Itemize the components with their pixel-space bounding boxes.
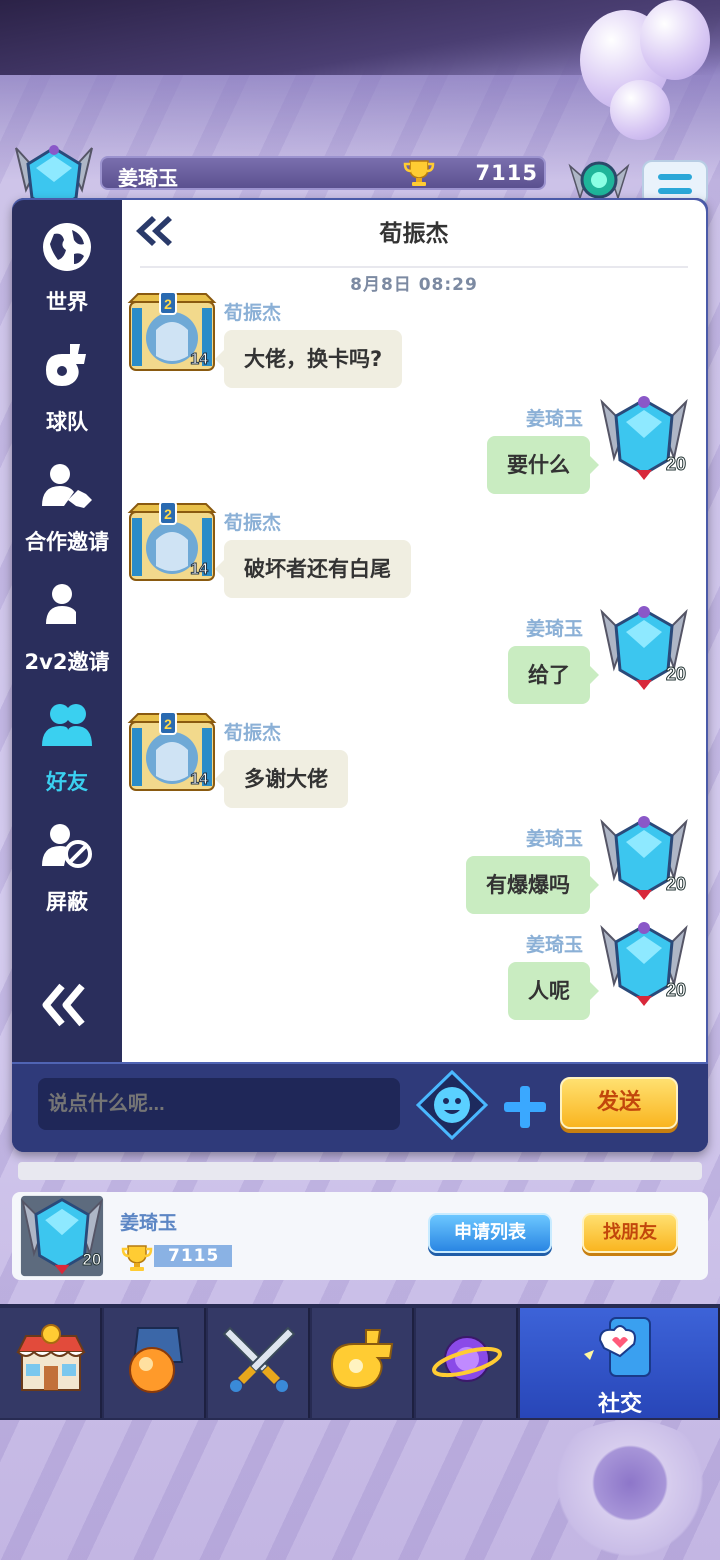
shop-icon [16,1324,86,1391]
rank-number: 2 [164,506,172,522]
message-bubble[interactable]: 多谢大佬 [215,750,348,808]
message-bubble[interactable]: 破坏者还有白尾 [215,540,411,598]
sender-name: 荀振杰 [224,302,282,324]
message-bubble[interactable]: 要什么 [487,436,599,494]
sidebar-label: 2v2邀请 [24,650,110,674]
message-bubble[interactable]: 大佬，换卡吗? [214,330,403,388]
rank-number: 2 [164,296,172,312]
balloon-decor [640,0,710,80]
user-2v2-icon [46,584,76,624]
sidebar-item-world[interactable]: 世界 [12,210,122,320]
sidebar-label: 屏蔽 [46,890,88,914]
nav-team[interactable] [312,1308,414,1418]
trophy-icon [121,1245,153,1271]
blocked-user-icon [42,824,92,868]
plus-icon[interactable] [500,1082,550,1132]
decor-ring [540,1420,720,1560]
nav-shop[interactable] [0,1308,102,1418]
profile-name: 姜琦玉 [120,1212,178,1234]
sender-name: 姜琦玉 [526,934,584,956]
sidebar-label: 世界 [46,290,88,314]
level-number: 14 [190,771,208,788]
globe-icon [43,223,91,271]
nav-battle[interactable] [208,1308,310,1418]
menu-line [658,188,692,194]
profile-trophy-count: 7115 [154,1245,232,1267]
nav-events[interactable] [416,1308,518,1418]
level-number: 14 [190,561,208,578]
opponent-avatar-icon[interactable]: 2 14 [126,500,218,590]
player-name: 姜琦玉 [118,166,178,190]
handshake-user-icon [42,464,92,508]
sidebar-label: 合作邀请 [25,530,109,554]
sender-name: 荀振杰 [224,722,282,744]
balloon-decor [610,80,670,140]
sidebar-item-friends[interactable]: 好友 [12,690,122,800]
message-bubble[interactable]: 有爆爆吗 [466,856,599,914]
social-icon [584,1317,651,1377]
emoji-icon[interactable] [416,1070,488,1140]
planet-icon [432,1336,502,1382]
menu-line [658,174,692,180]
collapse-sidebar-icon[interactable] [40,980,90,1030]
crossed-swords-icon [222,1326,296,1392]
list-strip [18,1162,702,1180]
divider [140,266,688,268]
sender-name: 姜琦玉 [526,408,584,430]
sender-name: 姜琦玉 [526,828,584,850]
sender-name: 姜琦玉 [526,618,584,640]
level-number: 20 [83,1250,102,1269]
message-bubble[interactable]: 给了 [508,646,599,704]
nav-gacha[interactable] [104,1308,206,1418]
apply-list-button[interactable]: 申请列表 [428,1213,552,1253]
player-avatar-icon[interactable]: 20 [598,394,690,484]
nav-social[interactable]: 社交 [520,1308,720,1418]
sidebar-label: 好友 [46,770,88,794]
sender-name: 荀振杰 [224,512,282,534]
chat-title: 荀振杰 [379,221,449,247]
player-status-bar: 姜琦玉 7115 [100,156,546,190]
level-number: 20 [666,664,686,684]
sidebar-item-2v2-invite[interactable]: 2v2邀请 [12,570,122,680]
player-avatar-icon[interactable]: 20 [16,1194,108,1278]
sidebar-item-coop-invite[interactable]: 合作邀请 [12,450,122,560]
player-avatar-icon[interactable]: 20 [598,814,690,904]
sidebar-item-blocked[interactable]: 屏蔽 [12,810,122,920]
message-bubble[interactable]: 人呢 [508,962,599,1020]
level-number: 20 [666,874,686,894]
friends-icon [42,704,92,746]
level-number: 14 [190,351,208,368]
player-avatar-icon[interactable]: 20 [598,920,690,1010]
whistle-icon [330,1329,394,1390]
whistle-icon [46,344,86,386]
chat-message-input[interactable] [38,1078,400,1130]
rank-number: 2 [164,716,172,732]
opponent-avatar-icon[interactable]: 2 14 [126,710,218,800]
trophy-icon [403,160,435,186]
social-sidebar: 世界 球队 合作邀请 2v2邀请 好友 屏蔽 [12,200,122,1062]
opponent-avatar-icon[interactable]: 2 14 [126,290,218,380]
send-button[interactable]: 发送 [560,1077,678,1129]
trophy-count: 7115 [475,161,538,185]
level-number: 20 [666,454,686,474]
nav-social-label: 社交 [597,1392,642,1417]
sidebar-label: 球队 [46,410,88,434]
player-avatar-icon[interactable]: 20 [598,604,690,694]
sidebar-item-team[interactable]: 球队 [12,330,122,440]
level-number: 20 [666,980,686,1000]
gacha-capsule-icon [129,1327,184,1393]
find-friend-button[interactable]: 找朋友 [582,1213,678,1253]
